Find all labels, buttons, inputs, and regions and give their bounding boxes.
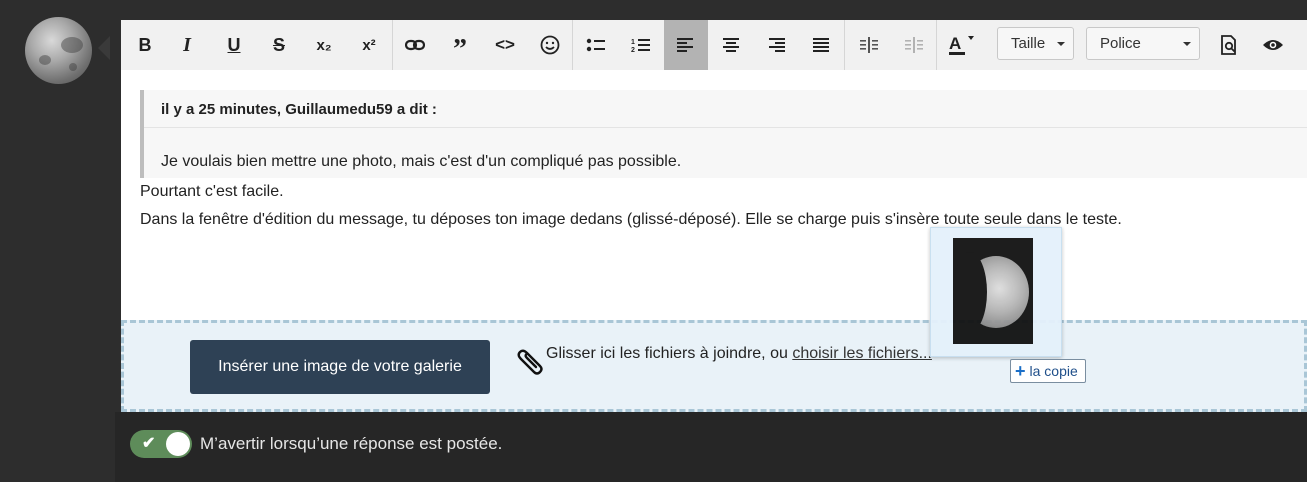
underline-button[interactable]: U — [212, 20, 256, 70]
preview-button[interactable] — [1207, 20, 1251, 70]
align-left-button[interactable] — [664, 20, 708, 70]
align-right-button[interactable] — [754, 20, 798, 70]
align-center-button[interactable] — [709, 20, 753, 70]
superscript-button[interactable]: x² — [347, 20, 391, 70]
justify-button[interactable] — [799, 20, 843, 70]
notify-toggle[interactable]: ✔ — [130, 430, 192, 458]
font-family-label: Police — [1100, 35, 1141, 52]
text-color-icon: A — [949, 34, 974, 55]
bold-button[interactable]: B — [123, 20, 167, 70]
bullet-list-button[interactable] — [574, 20, 618, 70]
paperclip-icon — [517, 349, 543, 375]
eye-icon — [1263, 40, 1283, 50]
dropzone-instructions: Glisser ici les fichiers à joindre, ou c… — [546, 345, 932, 363]
smiley-icon — [540, 35, 560, 55]
code-button[interactable]: <> — [483, 20, 527, 70]
file-dropzone[interactable]: Insérer une image de votre galerie Gliss… — [121, 320, 1307, 412]
toolbar-separator — [572, 20, 573, 70]
toolbar-separator — [936, 20, 937, 70]
svg-text:A: A — [949, 34, 961, 53]
avatar-pointer — [98, 36, 110, 60]
copy-label: la copie — [1029, 363, 1078, 379]
font-size-label: Taille — [1011, 35, 1046, 52]
chevron-down-icon — [1183, 42, 1191, 46]
numbered-list-button[interactable]: 12 — [619, 20, 663, 70]
quote-attribution: il y a 25 minutes, Guillaumedu59 a dit : — [161, 101, 437, 118]
plus-icon: + — [1015, 361, 1026, 381]
italic-icon: I — [183, 33, 191, 56]
text-color-button[interactable]: A — [939, 20, 983, 70]
justify-icon — [813, 38, 829, 52]
align-left-icon — [677, 38, 693, 52]
moon-shadow — [953, 252, 987, 332]
subscript-icon: x₂ — [316, 36, 332, 54]
quote-text: Je voulais bien mettre une photo, mais c… — [161, 153, 682, 170]
view-source-button[interactable] — [1251, 20, 1295, 70]
subscript-button[interactable]: x₂ — [302, 20, 346, 70]
indent-button[interactable] — [847, 20, 891, 70]
preview-icon — [1221, 35, 1236, 55]
font-size-dropdown[interactable]: Taille — [997, 27, 1074, 60]
link-icon — [405, 39, 425, 51]
toggle-knob — [166, 432, 190, 456]
choose-files-link[interactable]: choisir les fichiers... — [792, 345, 932, 362]
message-editor[interactable]: B I U S x₂ x² ” <> 12 A Taille Police il… — [121, 20, 1307, 412]
superscript-icon: x² — [362, 36, 376, 54]
numbered-list-icon: 12 — [631, 39, 650, 53]
outdent-icon — [905, 37, 923, 53]
svg-text:1: 1 — [631, 39, 635, 46]
dropzone-text: Glisser ici les fichiers à joindre, ou — [546, 345, 793, 362]
message-line: Pourtant c'est facile. — [140, 183, 284, 200]
bullet-list-icon — [586, 38, 605, 52]
gallery-button-label: Insérer une image de votre galerie — [218, 358, 462, 375]
notify-label: M’avertir lorsqu’une réponse est postée. — [200, 434, 503, 453]
underline-icon: U — [227, 34, 241, 55]
emoji-button[interactable] — [528, 20, 572, 70]
align-center-icon — [723, 38, 739, 52]
moon-thumbnail — [953, 238, 1033, 344]
bold-icon: B — [138, 34, 152, 55]
editor-content[interactable]: il y a 25 minutes, Guillaumedu59 a dit :… — [121, 70, 1307, 320]
link-button[interactable] — [393, 20, 437, 70]
editor-toolbar: B I U S x₂ x² ” <> 12 A Taille Police — [121, 20, 1307, 70]
svg-text:2: 2 — [631, 47, 635, 53]
font-family-dropdown[interactable]: Police — [1086, 27, 1200, 60]
drag-copy-tooltip: + la copie — [1010, 359, 1086, 383]
strikethrough-button[interactable]: S — [257, 20, 301, 70]
code-icon: <> — [495, 35, 515, 54]
chevron-down-icon — [1057, 42, 1065, 46]
align-right-icon — [769, 38, 785, 52]
dragged-image-preview — [930, 227, 1062, 357]
check-icon: ✔ — [142, 435, 156, 452]
quote-button[interactable]: ” — [438, 20, 482, 70]
indent-icon — [860, 37, 878, 53]
strikethrough-icon: S — [272, 34, 285, 55]
toolbar-separator — [844, 20, 845, 70]
insert-gallery-image-button[interactable]: Insérer une image de votre galerie — [190, 340, 490, 394]
italic-button[interactable]: I — [165, 20, 209, 70]
quote-icon: ” — [453, 34, 467, 65]
quote-block: il y a 25 minutes, Guillaumedu59 a dit :… — [140, 90, 1307, 178]
user-avatar[interactable] — [25, 17, 92, 84]
outdent-button[interactable] — [892, 20, 936, 70]
